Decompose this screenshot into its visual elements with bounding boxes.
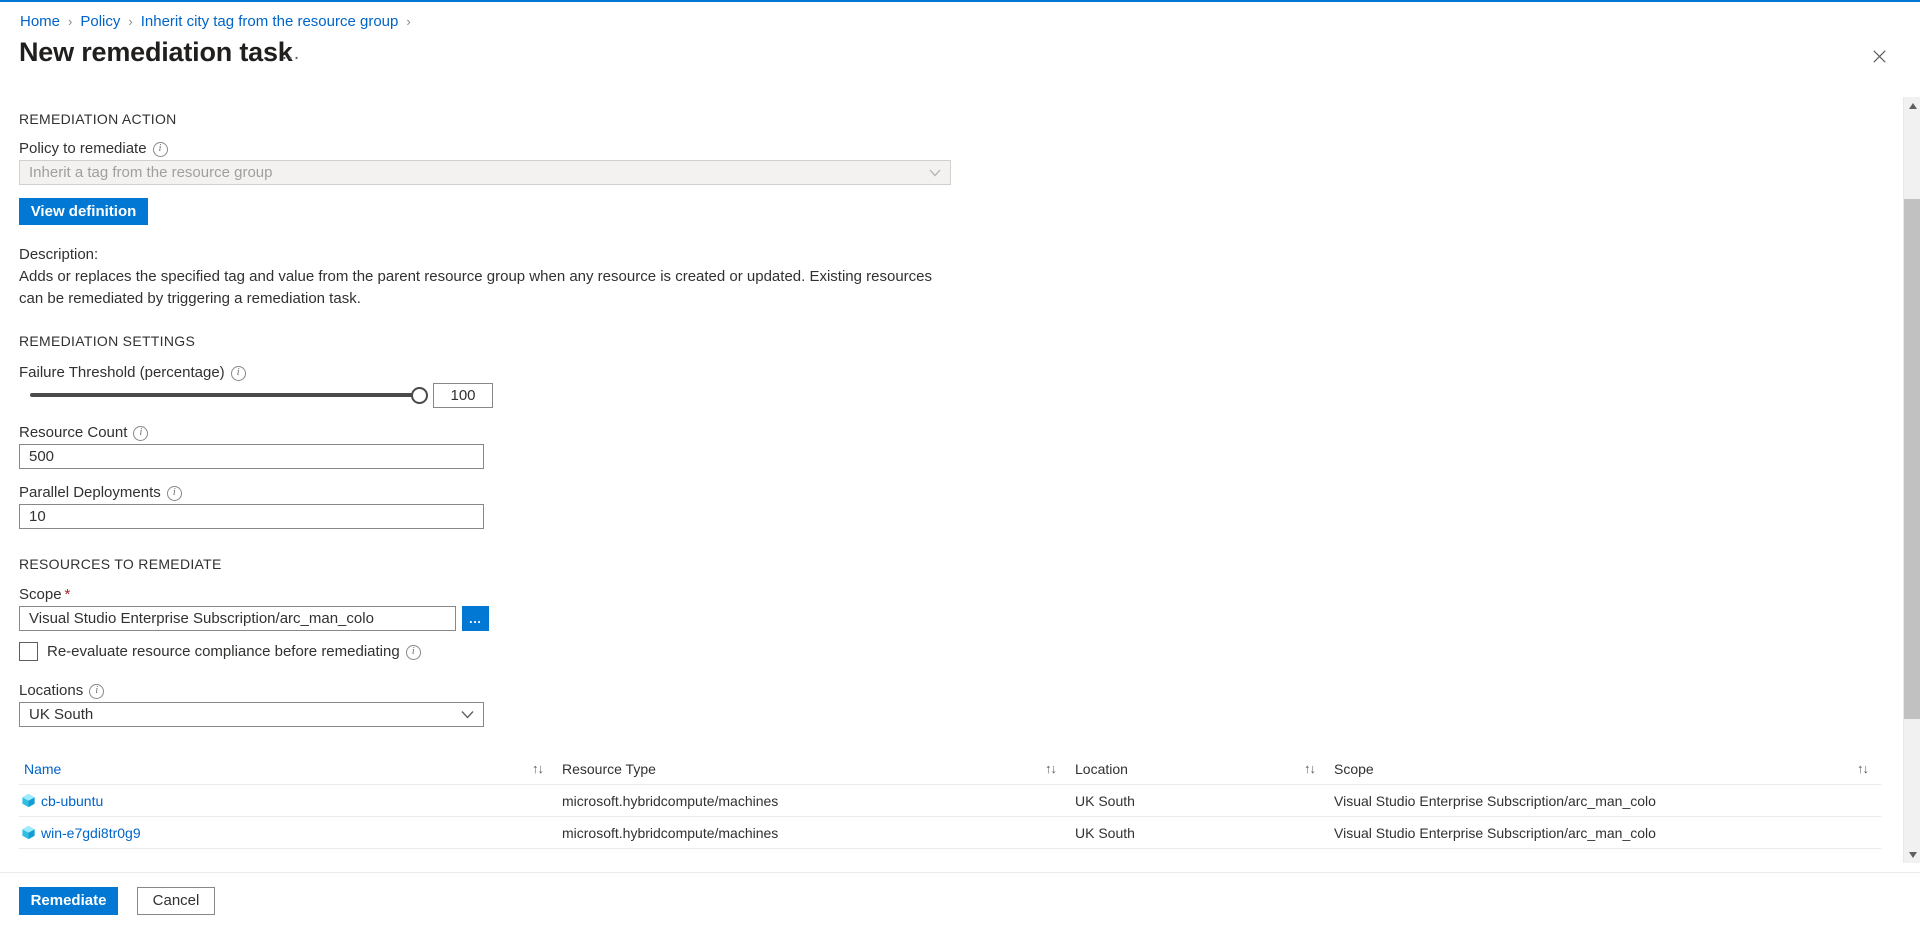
policy-to-remediate-label-text: Policy to remediate [19,140,147,157]
scope-input[interactable]: Visual Studio Enterprise Subscription/ar… [19,606,456,631]
failure-threshold-value: 100 [450,386,476,404]
policy-to-remediate-dropdown[interactable]: Inherit a tag from the resource group [19,160,951,185]
slider-thumb[interactable] [411,387,428,404]
breadcrumb-separator-icon: › [68,14,73,29]
breadcrumb-item-home[interactable]: Home [20,12,60,32]
resource-count-value: 500 [29,447,55,465]
sort-icon-resource-type[interactable]: ↑↓ [1045,753,1057,785]
cell-scope: Visual Studio Enterprise Subscription/ar… [1334,825,1656,841]
locations-value: UK South [29,705,94,723]
column-header-location[interactable]: Location [1075,753,1128,785]
new-remediation-task-blade: Home › Policy › Inherit city tag from th… [0,0,1920,926]
resource-count-label-text: Resource Count [19,424,128,441]
column-header-resource-type[interactable]: Resource Type [562,753,656,785]
breadcrumb-item-policy-definition[interactable]: Inherit city tag from the resource group [141,12,399,32]
info-icon[interactable]: i [405,644,421,660]
info-icon[interactable]: i [89,683,105,699]
chevron-down-icon [929,169,941,177]
parallel-deployments-label-text: Parallel Deployments [19,484,161,501]
content-scrollbar[interactable] [1903,97,1920,863]
resource-count-label: Resource Count i [19,423,149,443]
locations-label: Locations i [19,681,105,701]
scroll-up-arrow-icon[interactable] [1904,97,1920,114]
table-row[interactable]: cb-ubuntu microsoft.hybridcompute/machin… [19,785,1881,817]
cell-resource-type: microsoft.hybridcompute/machines [562,793,779,809]
required-indicator: * [64,586,71,603]
azure-arc-machine-icon [22,793,35,808]
column-header-scope[interactable]: Scope [1334,753,1374,785]
azure-arc-machine-icon [22,825,35,840]
failure-threshold-label: Failure Threshold (percentage) i [19,363,246,383]
description-text: Adds or replaces the specified tag and v… [19,268,933,307]
breadcrumb-item-policy[interactable]: Policy [80,12,120,32]
parallel-deployments-value: 10 [29,507,46,525]
sort-icon-name[interactable]: ↑↓ [532,753,544,785]
info-icon[interactable]: i [230,365,246,381]
cell-location: UK South [1075,793,1135,809]
failure-threshold-input[interactable]: 100 [433,383,493,408]
close-blade-button[interactable] [1865,42,1893,70]
locations-dropdown[interactable]: UK South [19,702,484,727]
section-heading-remediation-settings: REMEDIATION SETTINGS [19,333,196,349]
more-commands-button[interactable]: … [281,44,302,63]
cancel-button[interactable]: Cancel [137,887,215,915]
cell-name[interactable]: cb-ubuntu [41,785,103,817]
column-header-name[interactable]: Name [24,753,61,785]
breadcrumb: Home › Policy › Inherit city tag from th… [20,12,419,32]
info-icon[interactable]: i [152,141,168,157]
cell-scope: Visual Studio Enterprise Subscription/ar… [1334,793,1656,809]
parallel-deployments-label: Parallel Deployments i [19,483,182,503]
table-header-row: Name ↑↓ Resource Type ↑↓ Location ↑↓ Sco… [19,753,1881,785]
info-icon[interactable]: i [166,485,182,501]
breadcrumb-separator-icon: › [128,14,133,29]
cell-resource-type: microsoft.hybridcompute/machines [562,825,779,841]
cell-name[interactable]: win-e7gdi8tr0g9 [41,817,141,849]
sort-icon-scope[interactable]: ↑↓ [1857,753,1869,785]
sort-icon-location[interactable]: ↑↓ [1304,753,1316,785]
blade-action-bar: Remediate Cancel [0,872,1920,926]
page-title: New remediation task [19,37,293,67]
scrollbar-thumb[interactable] [1904,199,1920,719]
info-icon[interactable]: i [133,425,149,441]
resources-table: Name ↑↓ Resource Type ↑↓ Location ↑↓ Sco… [19,753,1881,849]
scope-label-text: Scope [19,586,62,603]
failure-threshold-slider[interactable] [30,385,430,407]
failure-threshold-label-text: Failure Threshold (percentage) [19,364,225,381]
view-definition-button[interactable]: View definition [19,198,148,225]
section-heading-remediation-action: REMEDIATION ACTION [19,111,177,127]
cell-location: UK South [1075,825,1135,841]
scroll-down-arrow-icon[interactable] [1904,846,1920,863]
remediate-button[interactable]: Remediate [19,887,118,915]
reevaluate-compliance-label[interactable]: Re-evaluate resource compliance before r… [47,643,421,661]
policy-to-remediate-label: Policy to remediate i [19,139,168,159]
chevron-down-icon [461,710,474,719]
policy-to-remediate-value: Inherit a tag from the resource group [29,163,273,181]
parallel-deployments-input[interactable]: 10 [19,504,484,529]
scope-label: Scope * [19,585,70,605]
breadcrumb-separator-icon: › [406,14,411,29]
resource-count-input[interactable]: 500 [19,444,484,469]
table-row[interactable]: win-e7gdi8tr0g9 microsoft.hybridcompute/… [19,817,1881,849]
section-heading-resources-to-remediate: RESOURCES TO REMEDIATE [19,556,222,572]
description-heading: Description: [19,246,99,263]
reevaluate-compliance-label-text: Re-evaluate resource compliance before r… [47,643,400,660]
scope-value: Visual Studio Enterprise Subscription/ar… [29,609,374,627]
policy-description: Description: Adds or replaces the specif… [19,244,959,310]
reevaluate-compliance-checkbox[interactable] [19,642,38,661]
scope-browse-button[interactable]: … [462,606,489,631]
close-icon [1872,49,1886,63]
slider-track [30,393,420,397]
locations-label-text: Locations [19,682,84,699]
